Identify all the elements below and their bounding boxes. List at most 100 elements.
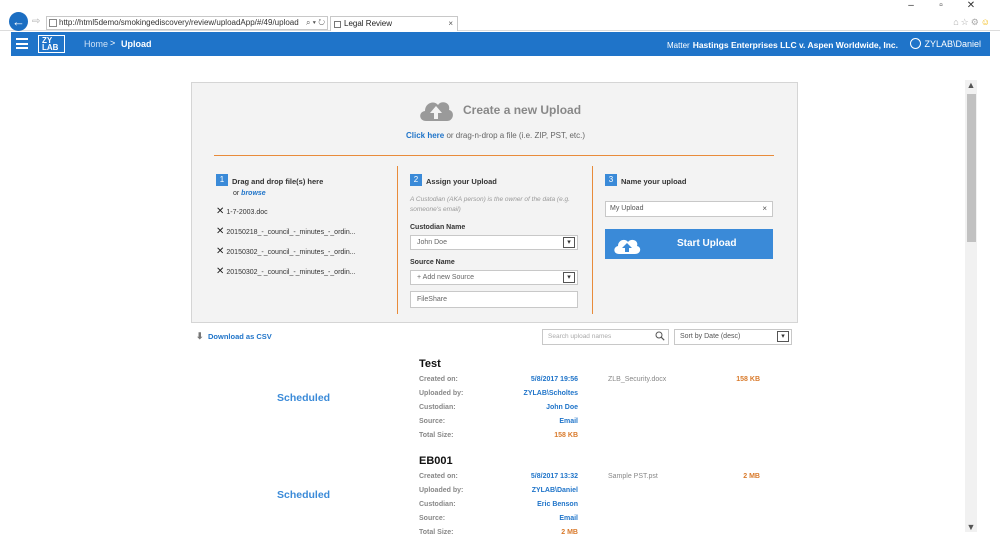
step-number: 3 [605,173,617,186]
browser-tab[interactable]: Legal Review × [330,16,458,31]
source-row-value: Email [559,515,578,522]
uploaded-by-row: Uploaded by: ZYLAB\Scholtes [419,390,799,402]
matter-name[interactable]: Hastings Enterprises LLC v. Aspen Worldw… [693,40,898,50]
created-value: 5/8/2017 19:56 [530,376,578,383]
source-label: Source Name [410,259,455,266]
custodian-row-label: Custodian: [419,501,456,508]
user-icon [910,38,922,49]
search-icon[interactable] [655,331,665,341]
source-row-label: Source: [419,418,446,425]
source-select[interactable]: + Add new Source ▾ [410,270,578,285]
remove-file-icon[interactable]: ✕ [216,226,224,237]
clear-icon[interactable]: × [762,202,767,216]
source-row-value: Email [559,418,578,425]
file-name: 20150302_-_council_-_minutes_-_ordin... [226,269,356,276]
custodian-hint: A Custodian (AKA person) is the owner of… [410,196,570,213]
feedback-smiley-icon[interactable]: ☺ [981,17,992,27]
user-menu[interactable]: ZYLAB\Daniel [910,38,981,49]
chevron-down-icon[interactable]: ▾ [563,237,575,248]
scroll-up-icon[interactable]: ▲ [965,80,977,90]
source-name-input[interactable]: FileShare [410,291,578,308]
download-csv-label: Download as CSV [208,332,272,341]
browser-chrome: ← ⇨ http://html5demo/smokingediscovery/r… [0,0,1000,31]
column-separator [397,166,398,314]
or-text: or [233,190,242,197]
page-scrollbar[interactable]: ▲ ▼ [965,80,977,532]
upload-record[interactable]: Scheduled EB001 Created on: 5/8/2017 13:3… [192,455,792,545]
search-uploads-input[interactable]: Search upload names [542,329,669,345]
file-name: 1-7-2003.doc [226,209,268,216]
restore-button[interactable]: ▫ [926,0,956,11]
created-label: Created on: [419,376,458,383]
scroll-down-icon[interactable]: ▼ [965,522,977,532]
home-icon[interactable]: ⌂ [953,17,960,27]
uploaded-by-value: ZYLAB\Daniel [531,487,578,494]
browse-line: or browse [233,190,376,197]
remove-file-icon[interactable]: ✕ [216,266,224,277]
uploaded-file-size: 158 KB [736,376,760,383]
file-name: 20150218_-_council_-_minutes_-_ordin... [226,229,356,236]
remove-file-icon[interactable]: ✕ [216,246,224,257]
cloud-upload-icon [420,102,453,121]
source-row: Source: Email [419,418,799,430]
breadcrumb-separator: > [110,38,116,48]
tab-close-icon[interactable]: × [448,17,453,31]
chevron-down-icon[interactable]: ▾ [563,272,575,283]
forward-button[interactable]: ⇨ [32,16,44,28]
minimize-button[interactable]: – [896,0,926,11]
upload-panel: Create a new Upload Click here or drag-n… [191,82,798,323]
step-drag-drop: 1 Drag and drop file(s) here or browse ✕ 1… [216,171,376,277]
upload-name-input[interactable]: My Upload × [605,201,773,217]
upload-name-value: My Upload [610,205,644,212]
chevron-down-icon[interactable]: ▾ [777,331,789,342]
address-controls[interactable]: ⌕ ▾ ↻ [306,17,325,29]
sort-select[interactable]: Sort by Date (desc) ▾ [674,329,792,345]
file-list: ✕ 1-7-2003.doc ✕ 20150218_-_council_-_minu… [216,206,376,277]
source-row-label: Source: [419,515,446,522]
created-label: Created on: [419,473,458,480]
custodian-row: Custodian: Eric Benson [419,501,799,513]
upload-title[interactable]: Test [419,358,441,370]
create-upload-title: Create a new Upload [463,103,582,117]
favorites-icon[interactable]: ☆ [961,17,971,27]
matter-info: Matter Hastings Enterprises LLC v. Aspen … [667,40,898,50]
upload-record[interactable]: Scheduled Test Created on: 5/8/2017 19:56… [192,358,792,448]
step-number: 2 [410,173,422,186]
custodian-select[interactable]: John Doe ▾ [410,235,578,250]
total-size-value: 158 KB [554,432,578,439]
click-here-link[interactable]: Click here [406,131,444,140]
download-icon: ⬇ [196,331,204,341]
remove-file-icon[interactable]: ✕ [216,206,224,217]
step-name: 3 Name your upload My Upload × Start Uplo… [605,171,785,259]
file-name: 20150302_-_council_-_minutes_-_ordin... [226,249,356,256]
settings-icon[interactable]: ⚙ [971,17,981,27]
menu-icon[interactable] [16,38,28,49]
upload-title[interactable]: EB001 [419,455,453,467]
total-size-label: Total Size: [419,432,454,439]
search-placeholder: Search upload names [548,333,612,340]
close-window-button[interactable]: ✕ [956,0,986,11]
cloud-upload-icon [614,239,641,254]
total-size-value: 2 MB [561,529,578,536]
window-controls: – ▫ ✕ [896,0,986,11]
upload-status: Scheduled [277,489,331,501]
url-text: http://html5demo/smokingediscovery/revie… [59,18,299,27]
breadcrumb-home[interactable]: Home [84,39,108,49]
step-title: Drag and drop file(s) here [232,177,324,186]
download-csv-link[interactable]: ⬇ Download as CSV [196,331,272,341]
address-bar[interactable]: http://html5demo/smokingediscovery/revie… [46,16,328,30]
scroll-thumb[interactable] [967,94,976,242]
zylab-logo: ZY LAB [38,35,65,53]
total-size-row: Total Size: 2 MB [419,529,799,541]
start-upload-button[interactable]: Start Upload [605,229,773,259]
file-item: ✕ 1-7-2003.doc [216,206,376,217]
sort-value: Sort by Date (desc) [680,333,741,340]
step-title: Assign your Upload [426,177,497,186]
total-size-row: Total Size: 158 KB [419,432,799,444]
browse-link[interactable]: browse [241,190,266,197]
app-header: ZY LAB Home > Upload Matter Hastings Enter… [11,32,990,56]
file-item: ✕ 20150218_-_council_-_minutes_-_ordin... [216,226,376,237]
create-upload-dropzone[interactable]: Create a new Upload [417,95,581,125]
back-button[interactable]: ← [9,12,28,31]
created-value: 5/8/2017 13:32 [530,473,578,480]
